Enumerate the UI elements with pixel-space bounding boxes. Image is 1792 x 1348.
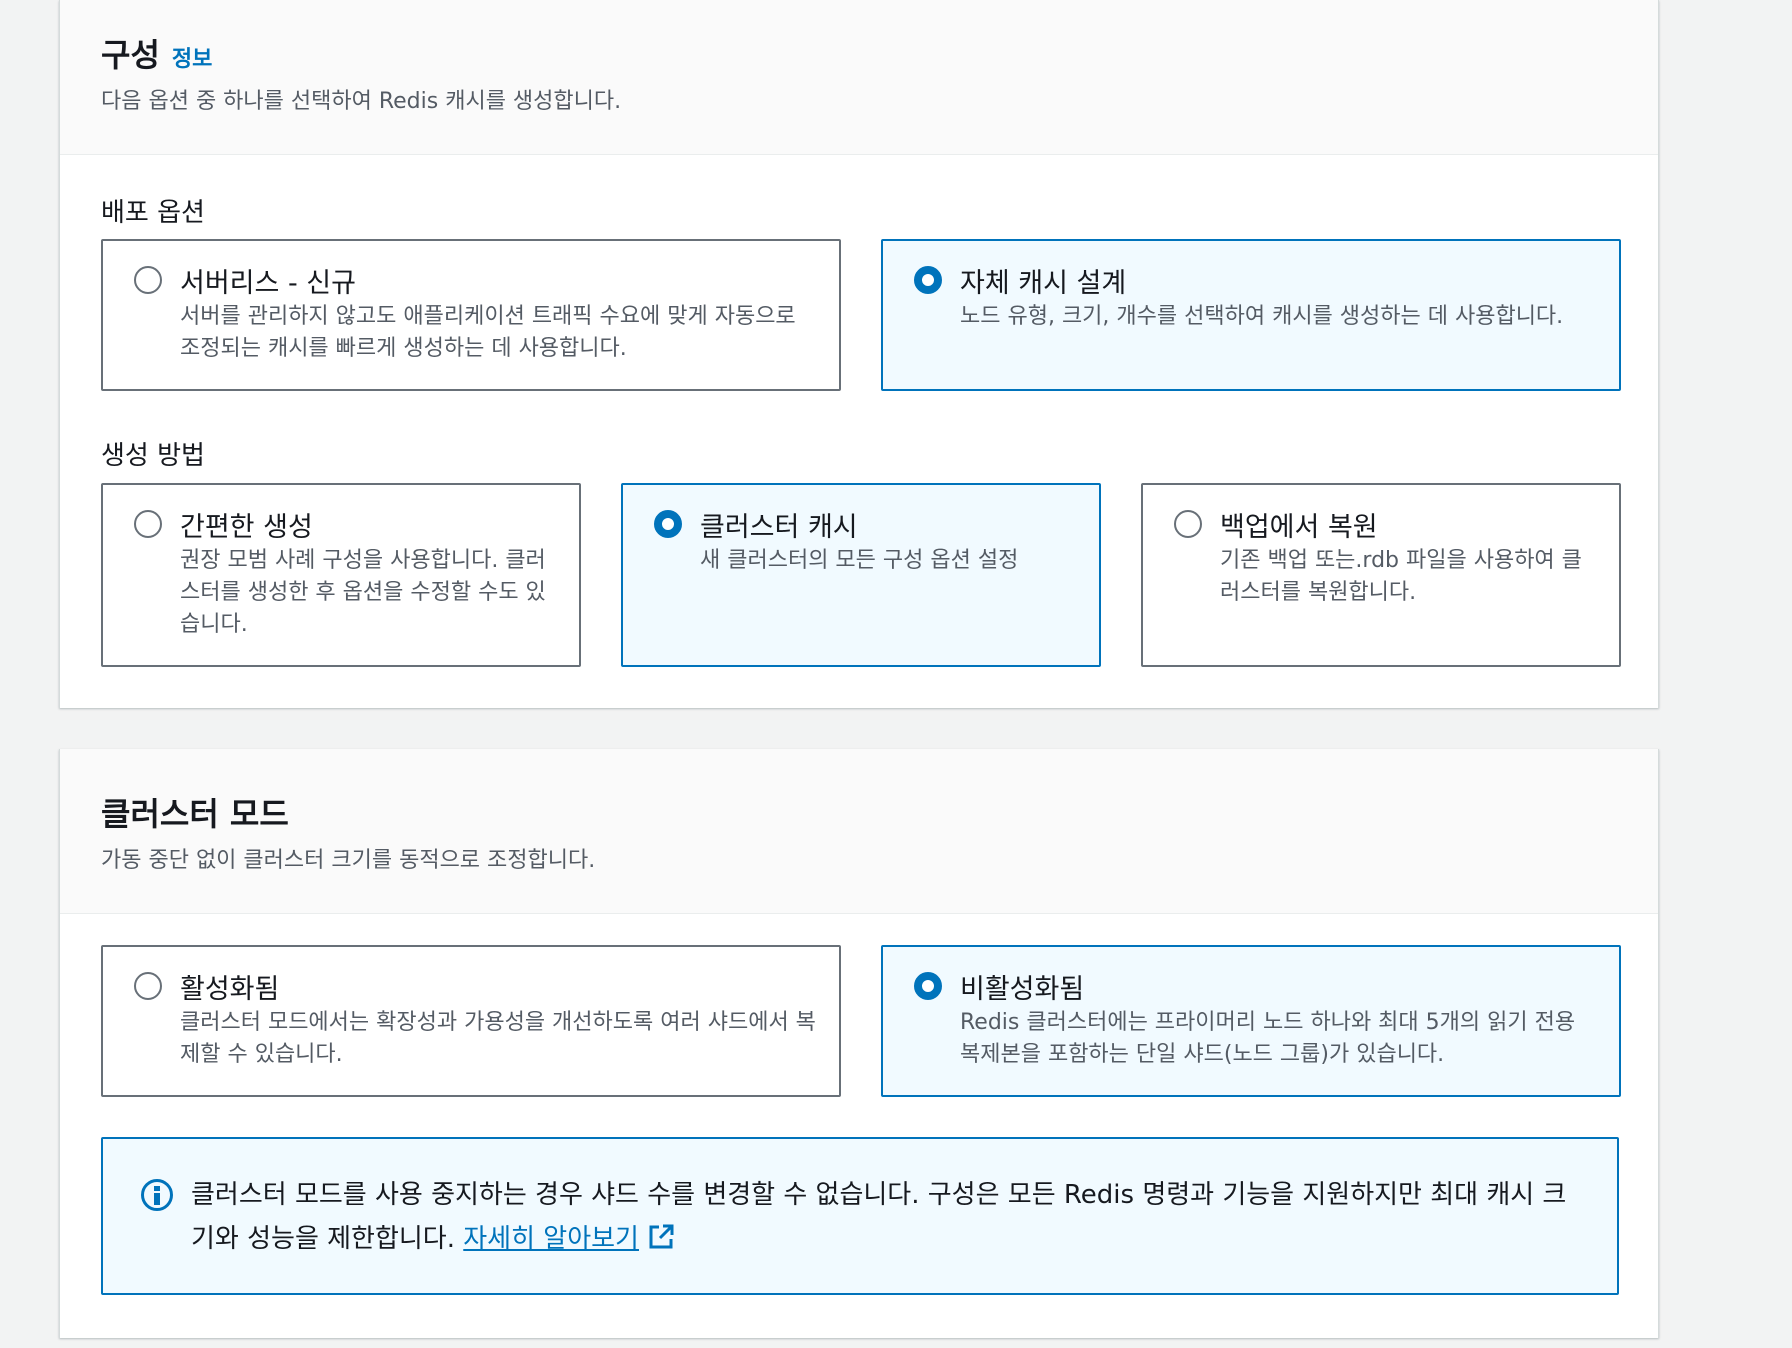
configuration-title: 구성 정보 — [101, 30, 212, 76]
radio-cluster-enabled[interactable] — [134, 972, 162, 1000]
cluster-enabled-label: 활성화됨 — [180, 974, 280, 1005]
cluster-mode-disabled[interactable]: 비활성화됨 Redis 클러스터에는 프라이머리 노드 하나와 최대 5개의 읽… — [881, 945, 1621, 1097]
configuration-header: 구성 정보 다음 옵션 중 하나를 선택하여 Redis 캐시를 생성합니다. — [60, 0, 1658, 155]
radio-cluster-cache[interactable] — [654, 510, 682, 538]
info-icon — [141, 1179, 173, 1211]
deployment-option-label: 배포 옵션 — [101, 198, 205, 228]
cluster-mode-header: 클러스터 모드 가동 중단 없이 클러스터 크기를 동적으로 조정합니다. — [60, 749, 1658, 914]
creation-method-cluster-cache[interactable]: 클러스터 캐시 새 클러스터의 모든 구성 옵션 설정 — [621, 483, 1101, 667]
easy-create-description: 권장 모범 사례 구성을 사용합니다. 클러스터를 생성한 후 옵션을 수정할 … — [180, 548, 546, 637]
deployment-option-serverless[interactable]: 서버리스 - 신규 서버를 관리하지 않고도 애플리케이션 트래픽 수요에 맞게… — [101, 239, 841, 391]
cluster-cache-label: 클러스터 캐시 — [700, 512, 858, 543]
cluster-disabled-label: 비활성화됨 — [960, 974, 1085, 1005]
serverless-description: 서버를 관리하지 않고도 애플리케이션 트래픽 수요에 맞게 자동으로 조정되는… — [180, 304, 796, 361]
creation-method-restore-from-backup[interactable]: 백업에서 복원 기존 백업 또는.rdb 파일을 사용하여 클러스터를 복원합니… — [1141, 483, 1621, 667]
radio-cluster-disabled[interactable] — [914, 972, 942, 1000]
cluster-cache-description: 새 클러스터의 모든 구성 옵션 설정 — [700, 548, 1019, 573]
external-link-icon[interactable] — [647, 1223, 675, 1251]
info-link[interactable]: 정보 — [172, 47, 212, 72]
configuration-panel: 구성 정보 다음 옵션 중 하나를 선택하여 Redis 캐시를 생성합니다. 배… — [59, 0, 1659, 708]
cluster-disabled-description: Redis 클러스터에는 프라이머리 노드 하나와 최대 5개의 읽기 전용 복… — [960, 1010, 1576, 1067]
cluster-mode-description: 가동 중단 없이 클러스터 크기를 동적으로 조정합니다. — [101, 848, 596, 873]
radio-easy-create[interactable] — [134, 510, 162, 538]
creation-method-label: 생성 방법 — [101, 441, 205, 471]
learn-more-link[interactable]: 자세히 알아보기 — [463, 1224, 639, 1254]
cluster-mode-enabled[interactable]: 활성화됨 클러스터 모드에서는 확장성과 가용성을 개선하도록 여러 샤드에서 … — [101, 945, 841, 1097]
configuration-title-text: 구성 — [101, 36, 160, 74]
info-alert-text: 클러스터 모드를 사용 중지하는 경우 샤드 수를 변경할 수 없습니다. 구성… — [191, 1173, 1581, 1261]
cluster-mode-title: 클러스터 모드 — [101, 795, 289, 833]
design-own-cache-description: 노드 유형, 크기, 개수를 선택하여 캐시를 생성하는 데 사용합니다. — [960, 304, 1564, 329]
easy-create-label: 간편한 생성 — [180, 512, 313, 543]
radio-restore-from-backup[interactable] — [1174, 510, 1202, 538]
configuration-description: 다음 옵션 중 하나를 선택하여 Redis 캐시를 생성합니다. — [101, 89, 622, 114]
info-alert-message: 클러스터 모드를 사용 중지하는 경우 샤드 수를 변경할 수 없습니다. 구성… — [191, 1180, 1567, 1254]
cluster-mode-panel: 클러스터 모드 가동 중단 없이 클러스터 크기를 동적으로 조정합니다. 활성… — [59, 749, 1659, 1338]
info-alert: 클러스터 모드를 사용 중지하는 경우 샤드 수를 변경할 수 없습니다. 구성… — [101, 1137, 1619, 1295]
creation-method-easy-create[interactable]: 간편한 생성 권장 모범 사례 구성을 사용합니다. 클러스터를 생성한 후 옵… — [101, 483, 581, 667]
serverless-label: 서버리스 - 신규 — [180, 268, 356, 299]
radio-design-own-cache[interactable] — [914, 266, 942, 294]
restore-from-backup-label: 백업에서 복원 — [1220, 512, 1378, 543]
cluster-enabled-description: 클러스터 모드에서는 확장성과 가용성을 개선하도록 여러 샤드에서 복제할 수… — [180, 1010, 816, 1067]
radio-serverless[interactable] — [134, 266, 162, 294]
design-own-cache-label: 자체 캐시 설계 — [960, 268, 1127, 299]
deployment-option-design-own-cache[interactable]: 자체 캐시 설계 노드 유형, 크기, 개수를 선택하여 캐시를 생성하는 데 … — [881, 239, 1621, 391]
restore-from-backup-description: 기존 백업 또는.rdb 파일을 사용하여 클러스터를 복원합니다. — [1220, 548, 1582, 605]
